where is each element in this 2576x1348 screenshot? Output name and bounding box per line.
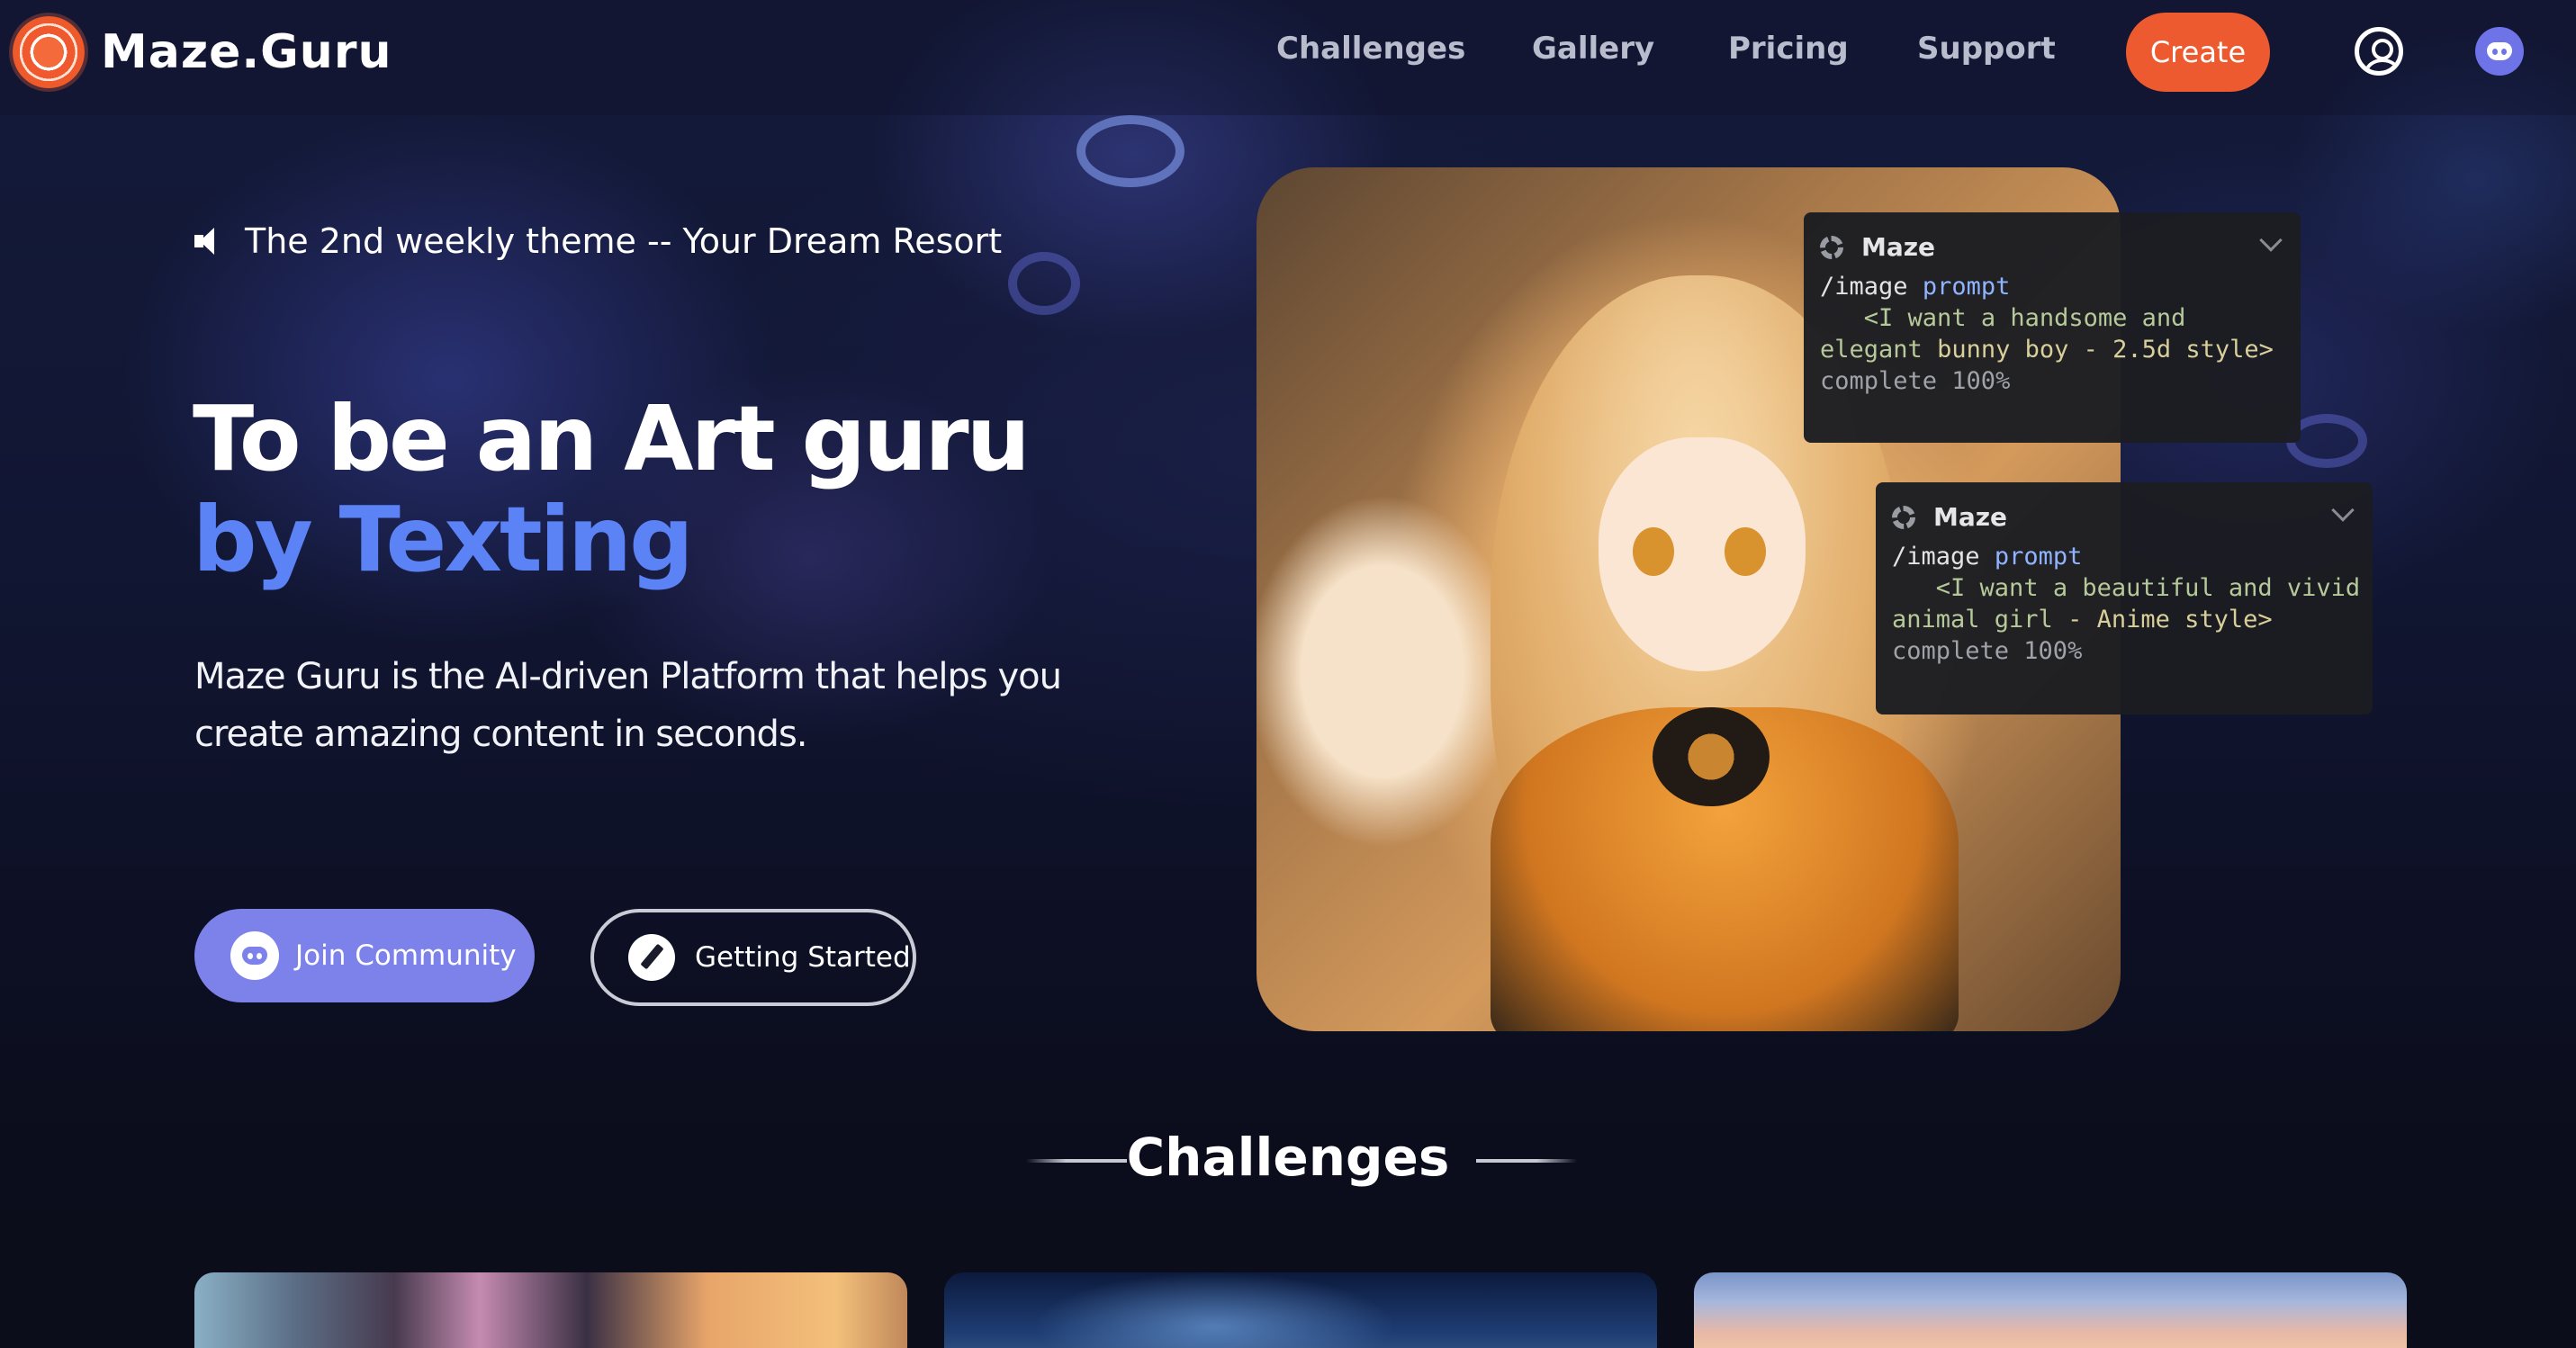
challenge-card[interactable] (1694, 1272, 2407, 1348)
chat-card: Maze /image prompt <I want a handsome an… (1804, 212, 2301, 443)
chat-bot-name: Maze (1861, 232, 1936, 262)
decor-swirl (1076, 115, 1184, 187)
challenge-card[interactable] (194, 1272, 907, 1348)
create-button[interactable]: Create (2126, 13, 2270, 92)
brand-logo[interactable]: Maze.Guru (13, 16, 392, 88)
chat-arg: prompt (1994, 543, 2083, 571)
chat-card: Maze /image prompt <I want a beautiful a… (1876, 482, 2373, 714)
getting-started-button[interactable]: Getting Started (590, 909, 916, 1006)
challenges-heading: Challenges (1126, 1127, 1450, 1188)
decor-swirl (1008, 252, 1080, 315)
chat-prompt: animal girl (1892, 606, 2053, 634)
chat-prompt: elegant (1820, 336, 1923, 364)
chat-prompt: <I want a beautiful and vivid (1935, 574, 2361, 602)
user-account-icon[interactable] (2355, 27, 2403, 76)
nav-link-pricing[interactable]: Pricing (1728, 31, 1849, 67)
discord-icon (230, 931, 279, 980)
chat-prompt-highlight: - Anime style> (2067, 606, 2273, 634)
pencil-icon (628, 934, 675, 981)
chat-status: complete 100% (1820, 367, 2011, 395)
speaker-icon (194, 228, 227, 255)
gear-icon (1820, 235, 1843, 259)
announcement-text: The 2nd weekly theme -- Your Dream Resor… (245, 221, 1003, 261)
gear-icon (1892, 505, 1915, 529)
brand-name: Maze.Guru (101, 25, 392, 79)
weekly-theme-announcement[interactable]: The 2nd weekly theme -- Your Dream Resor… (194, 221, 1002, 261)
chat-command: /image (1820, 273, 1908, 301)
discord-icon[interactable] (2475, 27, 2524, 76)
chat-command: /image (1892, 543, 1980, 571)
chat-prompt: <I want a handsome and (1863, 304, 2186, 332)
join-community-label: Join Community (295, 939, 517, 972)
maze-logo-icon (13, 16, 85, 88)
hero-title-line1: To be an Art guru (193, 386, 1031, 491)
chat-arg: prompt (1922, 273, 2011, 301)
top-navbar: Maze.Guru Challenges Gallery Pricing Sup… (0, 0, 2576, 115)
section-divider (1476, 1159, 1577, 1163)
nav-link-gallery[interactable]: Gallery (1532, 31, 1654, 67)
join-community-button[interactable]: Join Community (194, 909, 535, 1002)
chat-status: complete 100% (1892, 637, 2083, 665)
challenge-card[interactable] (944, 1272, 1657, 1348)
hero-title: To be an Art guru by Texting (193, 386, 1031, 592)
nav-link-challenges[interactable]: Challenges (1276, 31, 1465, 67)
chat-prompt-highlight: bunny boy - 2.5d style> (1937, 336, 2274, 364)
hero-title-line2: by Texting (193, 487, 694, 592)
discord-glyph (2487, 42, 2512, 60)
nav-link-support[interactable]: Support (1917, 31, 2056, 67)
chat-bot-name: Maze (1933, 502, 2008, 532)
getting-started-label: Getting Started (695, 941, 911, 974)
hero-description: Maze Guru is the AI-driven Platform that… (194, 656, 1062, 755)
